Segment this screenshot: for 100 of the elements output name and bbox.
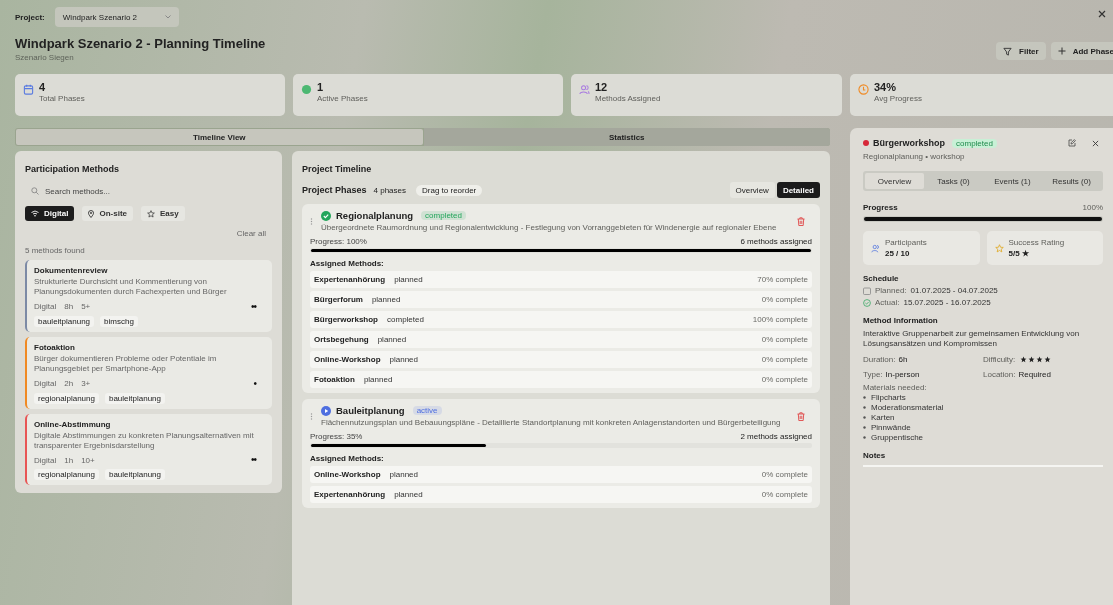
filter-icon xyxy=(1003,46,1013,56)
chevron-icon xyxy=(164,15,171,19)
stat-value: 34% xyxy=(874,81,898,93)
duration-label: 1h xyxy=(64,455,74,465)
completion-label: 0% complete xyxy=(761,295,808,304)
method-row[interactable]: Ortsbegehung planned 0% complete xyxy=(310,331,812,348)
view-toggle[interactable]: Overview xyxy=(729,182,775,198)
drag-handle-icon[interactable] xyxy=(310,218,313,225)
method-description: Bürger dokumentieren Probleme oder Potentiale im Planungsgebiet per Smartphone-App xyxy=(34,353,218,375)
method-row[interactable]: Bürgerforum planned 0% complete xyxy=(310,291,812,308)
method-card[interactable]: Online-Abstimmung Digitale Abstimmungen zu konkreten Planungsalternativen mit transparenter Ergebnisdarstellung Digital 1h 10+ •• regionalplanung bauleitplanung xyxy=(25,413,272,486)
panel-title: Participation Methods xyxy=(25,164,120,174)
filter-chip[interactable]: Easy xyxy=(141,206,185,221)
tag: regionalplanung xyxy=(34,392,99,404)
detail-tab[interactable]: Events (1) xyxy=(983,173,1042,189)
bullet-icon xyxy=(863,395,866,399)
clear-link[interactable]: Clear all xyxy=(236,229,266,238)
schedule-dates: 15.07.2025 - 16.07.2025 xyxy=(903,298,991,307)
drag-handle-icon[interactable] xyxy=(310,413,313,420)
search-icon xyxy=(31,187,39,195)
method-name: Dokumentenreview xyxy=(34,266,109,275)
method-status: planned xyxy=(363,375,393,384)
section-title: Method Information xyxy=(863,316,939,325)
section-title: Assigned Methods: xyxy=(310,259,385,268)
field-label: Location: xyxy=(983,369,1016,379)
method-name: Expertenanhörung xyxy=(314,275,386,284)
card-label: Success Rating xyxy=(1008,238,1065,247)
close-icon[interactable] xyxy=(1096,8,1108,20)
filter-chip[interactable]: Digital xyxy=(25,206,75,221)
edit-icon[interactable] xyxy=(1068,139,1076,147)
action-button[interactable]: Filter xyxy=(996,42,1046,60)
method-status: planned xyxy=(389,470,418,479)
method-row[interactable]: Online-Workshop planned 0% complete xyxy=(310,351,812,368)
methods-count: 6 methods assigned xyxy=(740,237,812,246)
participants-label: 5+ xyxy=(81,302,91,312)
material-item: Karten xyxy=(871,412,895,422)
method-name: Fotoaktion xyxy=(314,375,355,384)
tag: bauleitplanung xyxy=(34,315,95,327)
section-title: Notes xyxy=(863,450,887,460)
method-status: planned xyxy=(377,335,407,344)
method-card[interactable]: Fotoaktion Bürger dokumentieren Probleme oder Potentiale im Planungsgebiet per Smartphone-App Digital 2h 3+ • regionalplanung bauleitplanung xyxy=(25,336,272,409)
method-row[interactable]: Expertenanhörung planned 0% complete xyxy=(310,486,812,503)
schedule-label: Actual: xyxy=(875,298,900,307)
participants-label: 10+ xyxy=(81,455,95,465)
detail-tab[interactable]: Overview xyxy=(865,173,924,189)
method-row[interactable]: Bürgerworkshop completed 100% complete xyxy=(310,311,812,328)
wifi-icon xyxy=(31,210,39,217)
method-row[interactable]: Fotoaktion planned 0% complete xyxy=(310,371,812,388)
detail-tab[interactable]: Tasks (0) xyxy=(924,173,983,189)
tag: bauleitplanung xyxy=(104,469,165,481)
method-name: Fotoaktion xyxy=(34,342,76,352)
section-title: Assigned Methods: xyxy=(310,454,385,463)
field-value: In-person xyxy=(885,369,920,379)
drag-hint: Drag to reorder xyxy=(416,184,483,196)
view-tab[interactable]: Statistics xyxy=(423,128,830,146)
methods-count: 2 methods assigned xyxy=(740,432,812,441)
method-row[interactable]: Expertenanhörung planned 70% complete xyxy=(310,271,812,288)
page-title: Windpark Szenario 2 - Planning Timeline xyxy=(15,36,266,51)
method-name: Online-Workshop xyxy=(314,355,381,364)
pin-icon xyxy=(88,209,95,218)
progress-label: Progress xyxy=(863,203,898,212)
search-field[interactable]: Search methods... xyxy=(45,186,195,196)
method-card[interactable]: Dokumentenreview Strukturierte Durchsicht und Kommentierung von Planungsdokumenten durch Fachexperten und Bürger Digital 8h 5+ •• bauleitplanung bimschg xyxy=(25,260,272,332)
section-title: Project Phases xyxy=(302,185,367,195)
view-toggle[interactable]: Detailed xyxy=(776,182,820,198)
project-select[interactable]: Windpark Szenario 2 xyxy=(54,7,179,27)
people-icon xyxy=(579,84,590,95)
filter-chip[interactable]: On-site xyxy=(82,206,133,221)
method-name: Online-Abstimmung xyxy=(34,419,112,429)
method-name: Bürgerworkshop xyxy=(314,315,378,324)
progress-label: Progress: 100% xyxy=(310,237,367,246)
stat-label: Active Phases xyxy=(317,94,368,103)
difficulty-dots: •• xyxy=(251,301,258,312)
check-circle-icon xyxy=(863,298,871,307)
difficulty-dots: • xyxy=(253,378,258,389)
method-status: completed xyxy=(387,315,424,324)
method-name: Online-Workshop xyxy=(314,470,381,479)
material-item: Flipcharts xyxy=(871,392,906,402)
calendar-icon xyxy=(23,84,34,95)
close-icon[interactable] xyxy=(1092,139,1099,147)
tag: bimschg xyxy=(100,315,138,327)
trash-icon[interactable] xyxy=(797,217,805,226)
action-button[interactable]: Add Phase xyxy=(1050,42,1113,60)
result-count: 5 methods found xyxy=(25,246,86,255)
field-label: Duration: xyxy=(863,354,896,364)
mode-label: Digital xyxy=(34,302,57,312)
detail-tab[interactable]: Results (0) xyxy=(1042,173,1101,189)
method-status: planned xyxy=(371,295,401,304)
detail-subtitle: Regionalplanung • workshop xyxy=(863,152,966,161)
phase-name: Bauleitplanung xyxy=(336,405,405,416)
duration-label: 2h xyxy=(64,379,74,389)
view-tab[interactable]: Timeline View xyxy=(16,129,423,145)
detail-title: Bürgerworkshop xyxy=(873,138,945,148)
clock-icon xyxy=(858,84,869,95)
trash-icon[interactable] xyxy=(797,412,805,421)
stat-value: 4 xyxy=(39,81,47,93)
plus-icon xyxy=(1057,47,1066,55)
method-row[interactable]: Online-Workshop planned 0% complete xyxy=(310,466,812,483)
tag: regionalplanung xyxy=(34,469,99,481)
stat-value: 12 xyxy=(595,81,609,93)
